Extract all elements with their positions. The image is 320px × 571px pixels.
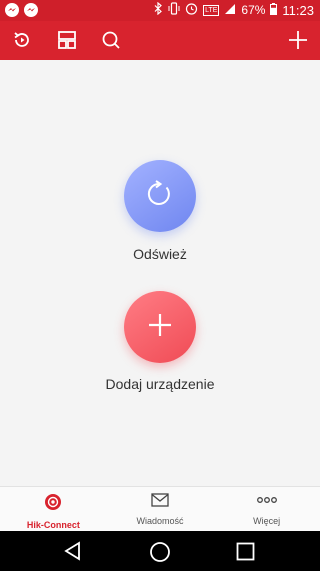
- home-icon[interactable]: [149, 541, 171, 568]
- hik-connect-icon: [44, 493, 62, 516]
- add-device-label[interactable]: Dodaj urządzenie: [0, 376, 320, 392]
- recents-icon[interactable]: [236, 542, 255, 566]
- search-icon[interactable]: [100, 29, 122, 51]
- more-icon: [256, 493, 278, 512]
- plus-icon: [147, 312, 173, 343]
- refresh-label[interactable]: Odśwież: [0, 246, 320, 262]
- back-icon[interactable]: [63, 541, 83, 566]
- status-bar: LTE 67% 11:23: [0, 0, 320, 21]
- nav-label-more: Więcej: [253, 516, 281, 526]
- nav-label-messages: Wiadomość: [136, 516, 184, 526]
- nav-item-hik-connect[interactable]: Hik-Connect: [0, 487, 107, 532]
- signal-icon: [224, 3, 236, 18]
- bluetooth-icon: [154, 1, 163, 18]
- battery-level: 67%: [241, 3, 266, 17]
- lte-icon: LTE: [203, 4, 220, 16]
- add-icon[interactable]: [287, 29, 309, 51]
- main-content: Odśwież Dodaj urządzenie: [0, 60, 320, 486]
- messenger-icon: [24, 3, 38, 17]
- add-device-button[interactable]: [124, 291, 196, 363]
- layout-icon[interactable]: [56, 29, 78, 51]
- vibrate-icon: [168, 2, 180, 18]
- nav-item-messages[interactable]: Wiadomość: [107, 487, 214, 532]
- messenger-icon: [5, 3, 19, 17]
- refresh-icon: [145, 179, 175, 214]
- envelope-icon: [151, 493, 169, 512]
- nav-item-more[interactable]: Więcej: [213, 487, 320, 532]
- alarm-icon: [185, 2, 198, 18]
- app-bar: [0, 21, 320, 60]
- refresh-button[interactable]: [124, 160, 196, 232]
- nav-label-hik-connect: Hik-Connect: [26, 520, 80, 530]
- system-nav-bar: [0, 531, 320, 571]
- battery-icon: [270, 2, 278, 18]
- bottom-nav: Hik-Connect Wiadomość Więcej: [0, 486, 320, 532]
- history-icon[interactable]: [11, 29, 33, 51]
- clock: 11:23: [282, 2, 314, 18]
